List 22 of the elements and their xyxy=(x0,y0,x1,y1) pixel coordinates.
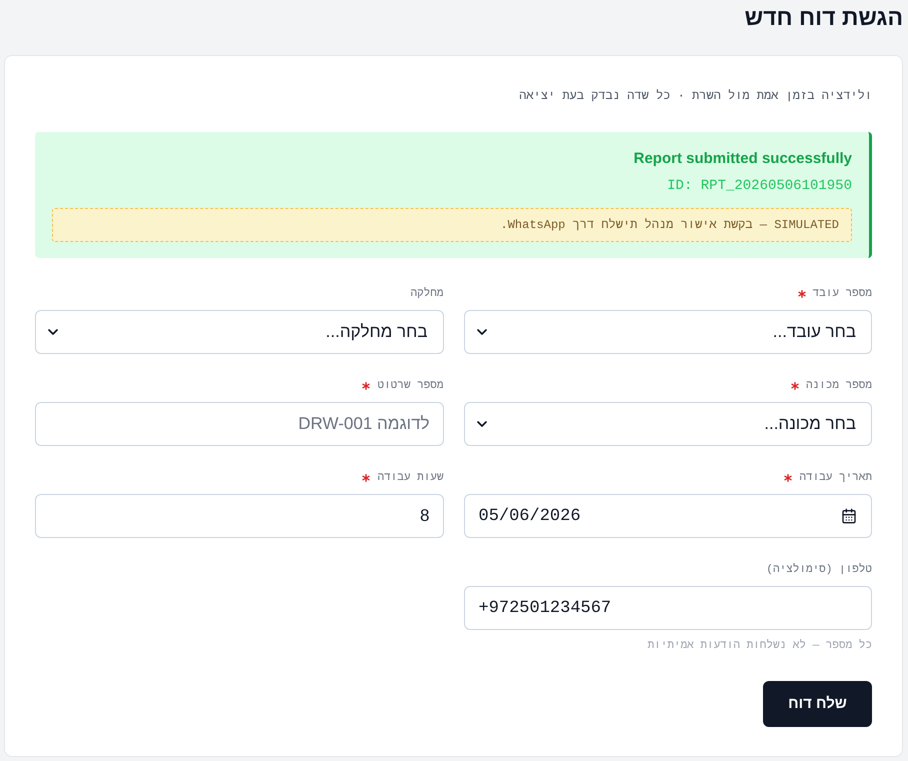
field-label: מספר עובד xyxy=(812,287,872,302)
simulation-note: SIMULATED — בקשת אישור מנהל תישלח דרך WhatsApp. xyxy=(52,208,852,242)
alert-id: ID: RPT_20260506101950 xyxy=(666,177,852,196)
field-label: מספר מכונה xyxy=(806,379,872,394)
number-input[interactable]: 8 xyxy=(35,494,444,538)
calendar-icon[interactable] xyxy=(841,508,857,524)
date-input[interactable]: 05/06/2026 xyxy=(464,494,872,538)
field-label: מספר שרטוט xyxy=(377,379,444,394)
select-field[interactable]: בחר מכונה... xyxy=(464,402,872,446)
page-subtitle: ולידציה בזמן אמת מול השרת · כל שדה נבדק בעת יציאה xyxy=(518,88,872,105)
alert-title: Report submitted successfully xyxy=(632,149,852,169)
submit-button[interactable]: שלח דוח xyxy=(763,681,872,727)
select-field[interactable]: בחר עובד... xyxy=(464,310,872,354)
field-hint: כל מספר — לא נשלחות הודעות אמיתיות xyxy=(646,638,872,654)
field-label: מחלקה xyxy=(410,286,444,302)
page-title: הגשת דוח חדש xyxy=(744,6,903,29)
field-label: טלפון (סימולציה) xyxy=(766,562,872,578)
field-label: תאריך עבודה xyxy=(799,471,872,486)
phone-input[interactable]: +972501234567 xyxy=(464,586,872,630)
text-input[interactable]: לדוגמה DRW-001 xyxy=(35,402,444,446)
select-field[interactable]: בחר מחלקה... xyxy=(35,310,444,354)
field-label: שעות עבודה xyxy=(377,471,444,486)
